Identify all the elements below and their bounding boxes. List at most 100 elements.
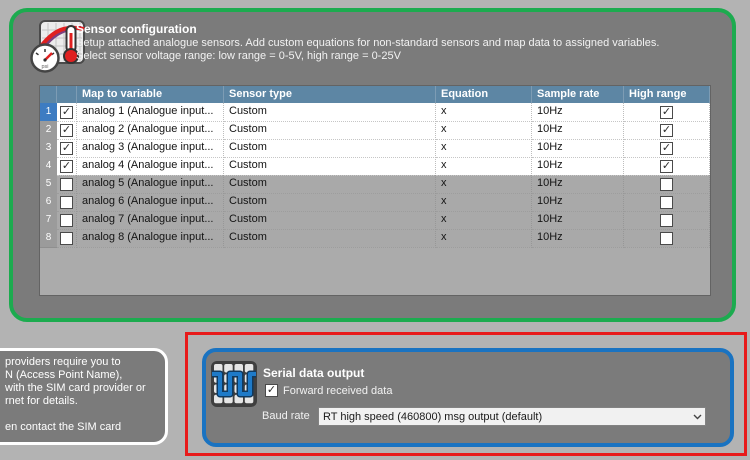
map-checkbox-cell: ✓: [57, 121, 77, 140]
sim-note-line: [5, 408, 146, 421]
checkbox[interactable]: ✓: [660, 142, 673, 155]
sensor-type-cell[interactable]: Custom: [224, 175, 436, 194]
high-range-cell: ✓: [624, 103, 710, 122]
variable-cell[interactable]: analog 3 (Analogue input...: [77, 139, 224, 158]
table-row[interactable]: 1✓analog 1 (Analogue input...Customx10Hz…: [40, 103, 710, 121]
signal-wave-grid-icon: [211, 361, 257, 407]
row-number[interactable]: 7: [40, 211, 57, 230]
variable-cell[interactable]: analog 5 (Analogue input...: [77, 175, 224, 194]
checkbox[interactable]: [660, 232, 673, 245]
sim-note-text: providers require you toN (Access Point …: [5, 356, 146, 434]
map-checkbox-cell: ✓: [57, 157, 77, 176]
row-number[interactable]: 2: [40, 121, 57, 140]
sim-note-panel: providers require you toN (Access Point …: [0, 348, 168, 445]
equation-cell[interactable]: x: [436, 229, 532, 248]
equation-cell[interactable]: x: [436, 103, 532, 122]
equation-cell[interactable]: x: [436, 121, 532, 140]
forward-received-data-label: Forward received data: [283, 385, 392, 397]
sim-note-line: N (Access Point Name),: [5, 369, 146, 382]
variable-cell[interactable]: analog 7 (Analogue input...: [77, 211, 224, 230]
checkbox[interactable]: ✓: [60, 142, 73, 155]
header-map-to-variable: Map to variable: [77, 86, 224, 103]
baud-rate-selected-value: RT high speed (460800) msg output (defau…: [319, 411, 689, 423]
header-high-range: High range: [624, 86, 710, 103]
checkbox[interactable]: ✓: [60, 124, 73, 137]
sample-rate-cell[interactable]: 10Hz: [532, 193, 624, 212]
equation-cell[interactable]: x: [436, 175, 532, 194]
row-number[interactable]: 1: [40, 103, 57, 122]
sensor-type-cell[interactable]: Custom: [224, 193, 436, 212]
sample-rate-cell[interactable]: 10Hz: [532, 175, 624, 194]
checkbox[interactable]: ✓: [660, 124, 673, 137]
checkbox[interactable]: [60, 232, 73, 245]
variable-cell[interactable]: analog 4 (Analogue input...: [77, 157, 224, 176]
variable-cell[interactable]: analog 2 (Analogue input...: [77, 121, 224, 140]
checkbox[interactable]: [60, 178, 73, 191]
table-row[interactable]: 8 analog 8 (Analogue input...Customx10Hz: [40, 229, 710, 247]
row-number[interactable]: 4: [40, 157, 57, 176]
map-checkbox-cell: [57, 229, 77, 248]
table-row[interactable]: 2✓analog 2 (Analogue input...Customx10Hz…: [40, 121, 710, 139]
checkbox[interactable]: [660, 196, 673, 209]
table-row[interactable]: 5 analog 5 (Analogue input...Customx10Hz: [40, 175, 710, 193]
equation-cell[interactable]: x: [436, 193, 532, 212]
serial-panel-title: Serial data output: [263, 366, 364, 380]
sensor-panel-title: Sensor configuration: [76, 22, 197, 36]
map-checkbox-cell: [57, 193, 77, 212]
high-range-cell: ✓: [624, 139, 710, 158]
map-checkbox-cell: [57, 211, 77, 230]
sensor-type-cell[interactable]: Custom: [224, 229, 436, 248]
sensor-panel-description-line1: Setup attached analogue sensors. Add cus…: [76, 37, 659, 49]
checkbox[interactable]: [60, 214, 73, 227]
baud-rate-select[interactable]: RT high speed (460800) msg output (defau…: [318, 407, 706, 426]
checkbox[interactable]: [60, 196, 73, 209]
variable-cell[interactable]: analog 8 (Analogue input...: [77, 229, 224, 248]
sample-rate-cell[interactable]: 10Hz: [532, 121, 624, 140]
sensor-type-cell[interactable]: Custom: [224, 157, 436, 176]
checkbox[interactable]: [660, 178, 673, 191]
sample-rate-cell[interactable]: 10Hz: [532, 157, 624, 176]
row-number[interactable]: 8: [40, 229, 57, 248]
variable-cell[interactable]: analog 6 (Analogue input...: [77, 193, 224, 212]
serial-data-output-panel: Serial data output ✓ Forward received da…: [202, 348, 734, 447]
row-number[interactable]: 6: [40, 193, 57, 212]
sample-rate-cell[interactable]: 10Hz: [532, 211, 624, 230]
sim-note-line: en contact the SIM card: [5, 421, 146, 434]
checkbox[interactable]: ✓: [660, 160, 673, 173]
row-number[interactable]: 3: [40, 139, 57, 158]
sample-rate-cell[interactable]: 10Hz: [532, 229, 624, 248]
checkbox[interactable]: ✓: [660, 106, 673, 119]
sensor-table-header: Map to variable Sensor type Equation Sam…: [40, 86, 710, 103]
equation-cell[interactable]: x: [436, 139, 532, 158]
equation-cell[interactable]: x: [436, 211, 532, 230]
table-row[interactable]: 7 analog 7 (Analogue input...Customx10Hz: [40, 211, 710, 229]
checkbox[interactable]: ✓: [60, 106, 73, 119]
header-equation: Equation: [436, 86, 532, 103]
sample-rate-cell[interactable]: 10Hz: [532, 103, 624, 122]
header-sensor-type: Sensor type: [224, 86, 436, 103]
row-number[interactable]: 5: [40, 175, 57, 194]
table-row[interactable]: 6 analog 6 (Analogue input...Customx10Hz: [40, 193, 710, 211]
forward-received-data-row: ✓ Forward received data: [265, 384, 392, 397]
sensor-panel-description-line2: Select sensor voltage range: low range =…: [76, 50, 401, 62]
sim-note-line: rnet for details.: [5, 395, 146, 408]
sensor-type-cell[interactable]: Custom: [224, 103, 436, 122]
sample-rate-cell[interactable]: 10Hz: [532, 139, 624, 158]
svg-text:psi: psi: [41, 64, 48, 70]
variable-cell[interactable]: analog 1 (Analogue input...: [77, 103, 224, 122]
forward-received-data-checkbox[interactable]: ✓: [265, 384, 278, 397]
page: psi Sensor configuration Setup attached …: [0, 0, 750, 460]
sensor-type-cell[interactable]: Custom: [224, 121, 436, 140]
table-row[interactable]: 3✓analog 3 (Analogue input...Customx10Hz…: [40, 139, 710, 157]
table-row[interactable]: 4✓analog 4 (Analogue input...Customx10Hz…: [40, 157, 710, 175]
sensor-type-cell[interactable]: Custom: [224, 211, 436, 230]
equation-cell[interactable]: x: [436, 157, 532, 176]
checkbox[interactable]: ✓: [60, 160, 73, 173]
sim-note-line: with the SIM card provider or: [5, 382, 146, 395]
sensor-type-cell[interactable]: Custom: [224, 139, 436, 158]
high-range-cell: [624, 211, 710, 230]
sensor-configuration-panel: psi Sensor configuration Setup attached …: [9, 8, 736, 322]
checkbox[interactable]: [660, 214, 673, 227]
high-range-cell: [624, 229, 710, 248]
map-checkbox-cell: [57, 175, 77, 194]
